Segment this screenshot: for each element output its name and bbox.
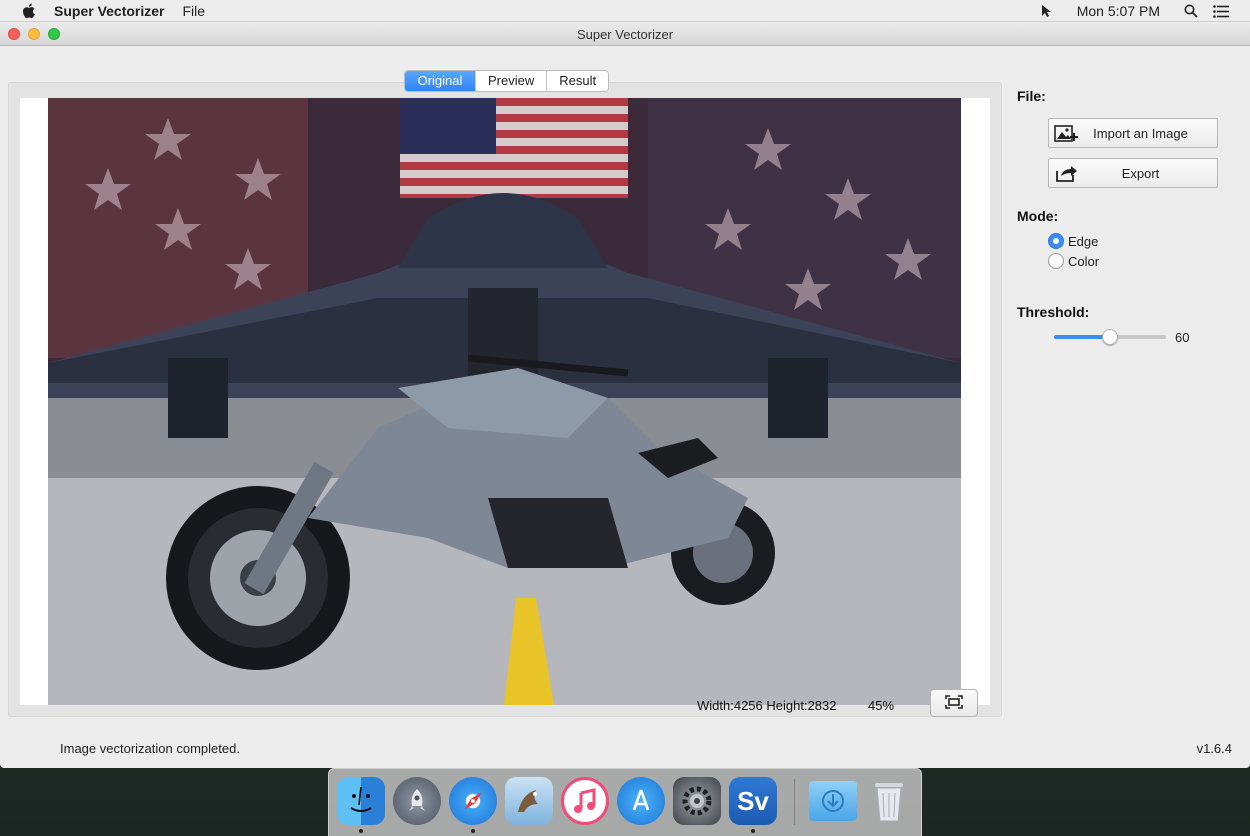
mode-color-radio[interactable]	[1048, 253, 1064, 269]
fit-to-window-button[interactable]	[930, 689, 978, 717]
dock-separator	[794, 779, 795, 825]
launchpad-icon[interactable]	[393, 777, 441, 825]
export-button[interactable]: Export	[1048, 158, 1218, 188]
image-canvas	[20, 98, 990, 705]
mode-section-title: Mode:	[1017, 208, 1059, 224]
version-label: v1.6.4	[1196, 741, 1232, 756]
mail-icon[interactable]	[505, 777, 553, 825]
mode-color-option[interactable]: Color	[1048, 253, 1099, 269]
spotlight-search-icon[interactable]	[1182, 2, 1200, 20]
super-vectorizer-icon-text: Sv	[737, 785, 769, 816]
tab-original[interactable]: Original	[405, 71, 475, 91]
app-store-icon[interactable]	[617, 777, 665, 825]
super-vectorizer-running-indicator	[751, 829, 755, 833]
export-label: Export	[1121, 165, 1160, 181]
import-image-button[interactable]: Import an Image	[1048, 118, 1218, 148]
trash-icon[interactable]	[865, 777, 913, 825]
menu-app-name[interactable]: Super Vectorizer	[54, 3, 165, 19]
threshold-value: 60	[1175, 330, 1190, 345]
finder-running-indicator	[359, 829, 363, 833]
finder-icon[interactable]	[337, 777, 385, 825]
super-vectorizer-icon[interactable]: Sv	[729, 777, 777, 825]
dock: Sv	[328, 768, 922, 836]
tab-result[interactable]: Result	[546, 71, 608, 91]
mode-edge-option[interactable]: Edge	[1048, 233, 1098, 249]
safari-running-indicator	[471, 829, 475, 833]
mode-color-label: Color	[1068, 253, 1100, 269]
downloads-folder-icon[interactable]	[809, 781, 857, 821]
mode-edge-label: Edge	[1068, 233, 1099, 249]
view-tabs: Original Preview Result	[404, 70, 610, 92]
menu-bar: Super Vectorizer File Mon 5:07 PM	[0, 0, 1250, 22]
import-image-icon	[1054, 122, 1080, 144]
system-preferences-icon[interactable]	[673, 777, 721, 825]
import-image-label: Import an Image	[1093, 125, 1188, 141]
menu-clock[interactable]: Mon 5:07 PM	[1077, 3, 1160, 19]
safari-icon[interactable]	[449, 777, 497, 825]
threshold-slider-thumb[interactable]	[1102, 329, 1118, 345]
status-message: Image vectorization completed.	[60, 741, 240, 756]
zoom-level: 45%	[868, 698, 895, 713]
fit-screen-icon	[945, 694, 963, 712]
image-dimensions: Width:4256 Height:2832	[697, 698, 837, 713]
notification-center-icon[interactable]	[1212, 2, 1230, 20]
apple-menu-icon[interactable]	[20, 2, 38, 20]
cursor-icon[interactable]	[1037, 2, 1055, 20]
threshold-section-title: Threshold:	[1017, 304, 1090, 320]
window-title: Super Vectorizer	[576, 27, 674, 42]
mode-edge-radio[interactable]	[1048, 233, 1064, 249]
title-bar[interactable]: Super Vectorizer	[0, 22, 1250, 46]
source-photo	[48, 98, 961, 705]
file-section-title: File:	[1017, 88, 1046, 104]
tab-preview[interactable]: Preview	[475, 71, 546, 91]
app-window: Super Vectorizer Original Preview Result	[0, 22, 1250, 768]
threshold-slider[interactable]	[1054, 329, 1166, 345]
menu-file[interactable]: File	[183, 3, 206, 19]
itunes-icon[interactable]	[561, 777, 609, 825]
export-icon	[1054, 162, 1080, 184]
